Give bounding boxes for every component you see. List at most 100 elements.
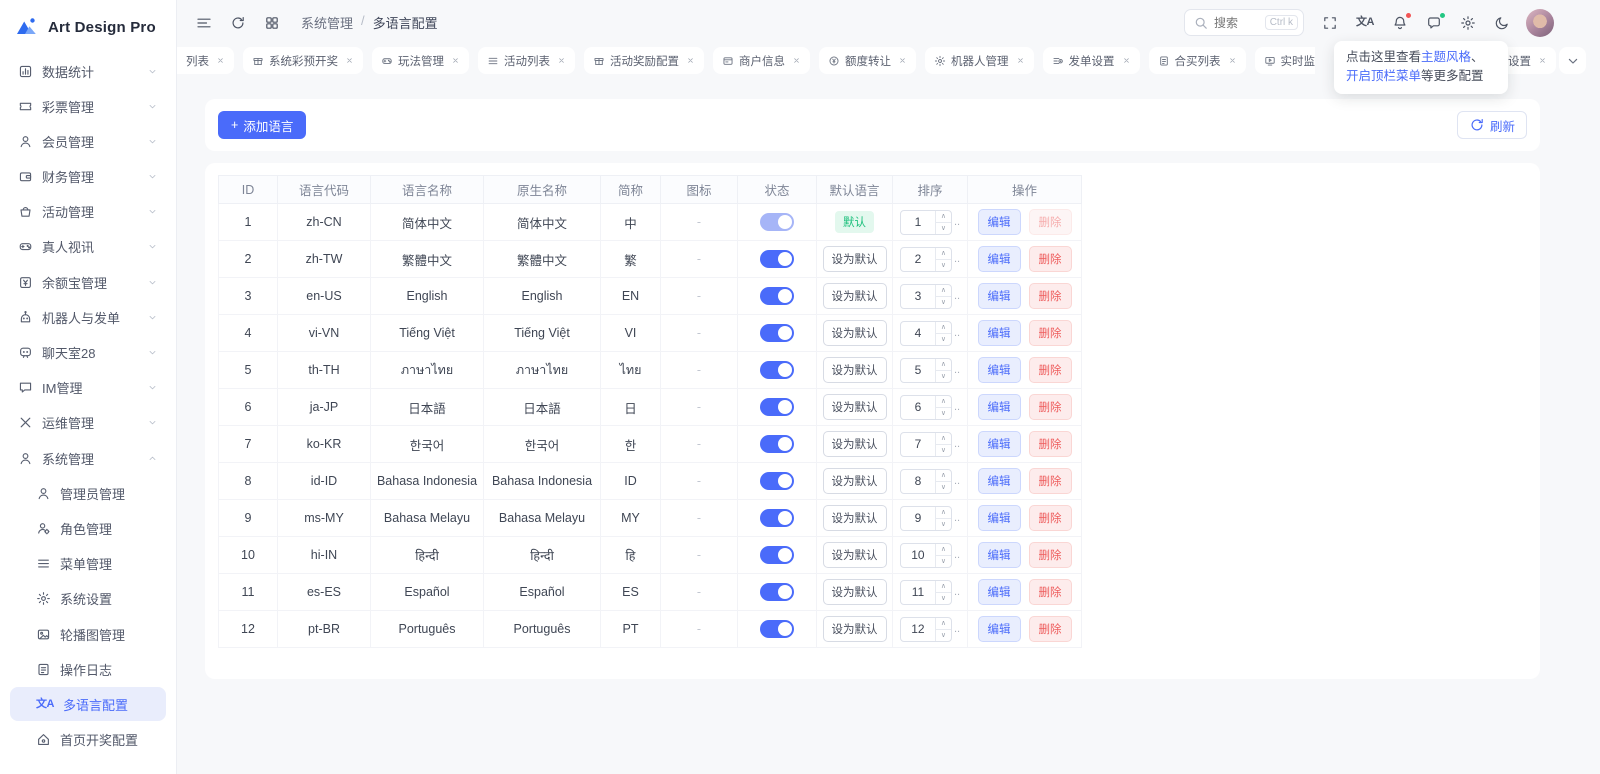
breadcrumb-parent[interactable]: 系统管理: [301, 13, 353, 32]
sidebar-item-活动管理[interactable]: 活动管理: [10, 195, 166, 229]
sort-decrease-icon[interactable]: ∨: [936, 593, 951, 604]
sort-increase-icon[interactable]: ∧: [935, 433, 951, 445]
close-tab-icon[interactable]: [898, 56, 907, 65]
sidebar-item-操作日志[interactable]: 操作日志: [10, 652, 166, 686]
sort-decrease-icon[interactable]: ∨: [936, 408, 951, 419]
sort-input[interactable]: [900, 617, 935, 641]
search-input[interactable]: [1214, 15, 1259, 30]
sort-decrease-icon[interactable]: ∨: [936, 519, 951, 530]
translate-icon[interactable]: 文A: [1356, 17, 1374, 28]
sort-increase-icon[interactable]: ∧: [935, 322, 951, 334]
sort-input[interactable]: [900, 469, 935, 493]
sidebar-item-系统设置[interactable]: 系统设置: [10, 582, 166, 616]
set-default-button[interactable]: 设为默认: [822, 505, 887, 531]
tab-活动列表[interactable]: 活动列表: [478, 47, 575, 74]
sidebar-item-多语言配置[interactable]: 文A 多语言配置: [10, 687, 166, 722]
status-toggle[interactable]: [760, 620, 794, 638]
settings-gear-icon[interactable]: [1460, 15, 1476, 31]
delete-button[interactable]: 删除: [1028, 394, 1072, 420]
delete-button[interactable]: 删除: [1028, 283, 1072, 309]
edit-button[interactable]: 编辑: [977, 616, 1021, 642]
delete-button[interactable]: 删除: [1028, 320, 1072, 346]
sort-increase-icon[interactable]: ∧: [935, 581, 951, 593]
set-default-button[interactable]: 设为默认: [822, 542, 887, 568]
delete-button[interactable]: 删除: [1028, 616, 1072, 642]
set-default-button[interactable]: 设为默认: [822, 246, 887, 272]
sort-increase-icon[interactable]: ∧: [935, 396, 951, 408]
status-toggle[interactable]: [760, 509, 794, 527]
sidebar-item-真人视讯[interactable]: 真人视讯: [10, 230, 166, 264]
sort-decrease-icon[interactable]: ∨: [936, 630, 951, 641]
sidebar-item-管理员管理[interactable]: 管理员管理: [10, 476, 166, 510]
close-tab-icon[interactable]: [1228, 56, 1237, 65]
sidebar-item-聊天室28[interactable]: 聊天室28: [10, 336, 166, 370]
tab-活动奖励配置[interactable]: 活动奖励配置: [584, 47, 704, 74]
close-tab-icon[interactable]: [216, 56, 225, 65]
tab-额度转让[interactable]: 额度转让: [819, 47, 916, 74]
sort-decrease-icon[interactable]: ∨: [936, 445, 951, 456]
edit-button[interactable]: 编辑: [977, 394, 1021, 420]
close-tab-icon[interactable]: [792, 56, 801, 65]
sidebar-item-系统管理[interactable]: 系统管理: [10, 441, 166, 475]
sort-input[interactable]: [900, 247, 935, 271]
sidebar-item-彩票管理[interactable]: 彩票管理: [10, 89, 166, 123]
status-toggle[interactable]: [760, 213, 794, 231]
global-search[interactable]: Ctrl k: [1184, 9, 1305, 36]
edit-button[interactable]: 编辑: [977, 579, 1021, 605]
edit-button[interactable]: 编辑: [977, 431, 1021, 457]
status-toggle[interactable]: [760, 583, 794, 601]
sidebar-item-财务管理[interactable]: 财务管理: [10, 160, 166, 194]
tab-列表[interactable]: 列表: [177, 47, 234, 74]
tooltip-theme-link[interactable]: 主题风格: [1421, 50, 1471, 64]
set-default-button[interactable]: 设为默认: [822, 579, 887, 605]
sort-input[interactable]: [900, 210, 935, 234]
sidebar-item-菜单管理[interactable]: 菜单管理: [10, 547, 166, 581]
edit-button[interactable]: 编辑: [977, 209, 1021, 235]
sort-input[interactable]: [900, 358, 935, 382]
status-toggle[interactable]: [760, 287, 794, 305]
status-toggle[interactable]: [760, 435, 794, 453]
set-default-button[interactable]: 设为默认: [822, 283, 887, 309]
sort-decrease-icon[interactable]: ∨: [936, 260, 951, 271]
edit-button[interactable]: 编辑: [977, 246, 1021, 272]
set-default-button[interactable]: 设为默认: [822, 431, 887, 457]
set-default-button[interactable]: 设为默认: [822, 468, 887, 494]
sort-increase-icon[interactable]: ∧: [935, 470, 951, 482]
tab-实时监控[interactable]: 实时监控: [1254, 47, 1315, 74]
set-default-button[interactable]: 设为默认: [822, 394, 887, 420]
sort-input[interactable]: [900, 321, 935, 345]
sort-increase-icon[interactable]: ∧: [935, 618, 951, 630]
sort-decrease-icon[interactable]: ∨: [936, 371, 951, 382]
sort-increase-icon[interactable]: ∧: [935, 544, 951, 556]
sort-increase-icon[interactable]: ∧: [935, 359, 951, 371]
sort-increase-icon[interactable]: ∧: [935, 211, 951, 223]
delete-button[interactable]: 删除: [1028, 542, 1072, 568]
add-language-button[interactable]: + 添加语言: [218, 111, 307, 139]
close-tab-icon[interactable]: [686, 56, 695, 65]
close-tab-icon[interactable]: [1016, 56, 1025, 65]
delete-button[interactable]: 删除: [1028, 431, 1072, 457]
tabs-overflow-button[interactable]: [1559, 47, 1586, 74]
bell-icon[interactable]: [1392, 11, 1412, 31]
delete-button[interactable]: 删除: [1028, 209, 1072, 235]
status-toggle[interactable]: [760, 398, 794, 416]
status-toggle[interactable]: [760, 361, 794, 379]
sidebar-item-角色管理[interactable]: 角色管理: [10, 511, 166, 545]
close-tab-icon[interactable]: [345, 56, 354, 65]
sidebar-item-轮播图管理[interactable]: 轮播图管理: [10, 617, 166, 651]
close-tab-icon[interactable]: [451, 56, 460, 65]
user-avatar[interactable]: [1526, 8, 1554, 37]
sort-decrease-icon[interactable]: ∨: [936, 223, 951, 234]
app-logo[interactable]: Art Design Pro: [0, 12, 176, 54]
sort-input[interactable]: [900, 432, 935, 456]
chat-icon[interactable]: [1426, 11, 1446, 31]
delete-button[interactable]: 删除: [1028, 357, 1072, 383]
status-toggle[interactable]: [760, 250, 794, 268]
edit-button[interactable]: 编辑: [977, 505, 1021, 531]
tab-发单设置[interactable]: 发单设置: [1042, 47, 1140, 74]
edit-button[interactable]: 编辑: [977, 320, 1021, 346]
sidebar-item-数据统计[interactable]: 数据统计: [10, 54, 166, 88]
sort-increase-icon[interactable]: ∧: [935, 507, 951, 519]
edit-button[interactable]: 编辑: [977, 542, 1021, 568]
delete-button[interactable]: 删除: [1028, 579, 1072, 605]
